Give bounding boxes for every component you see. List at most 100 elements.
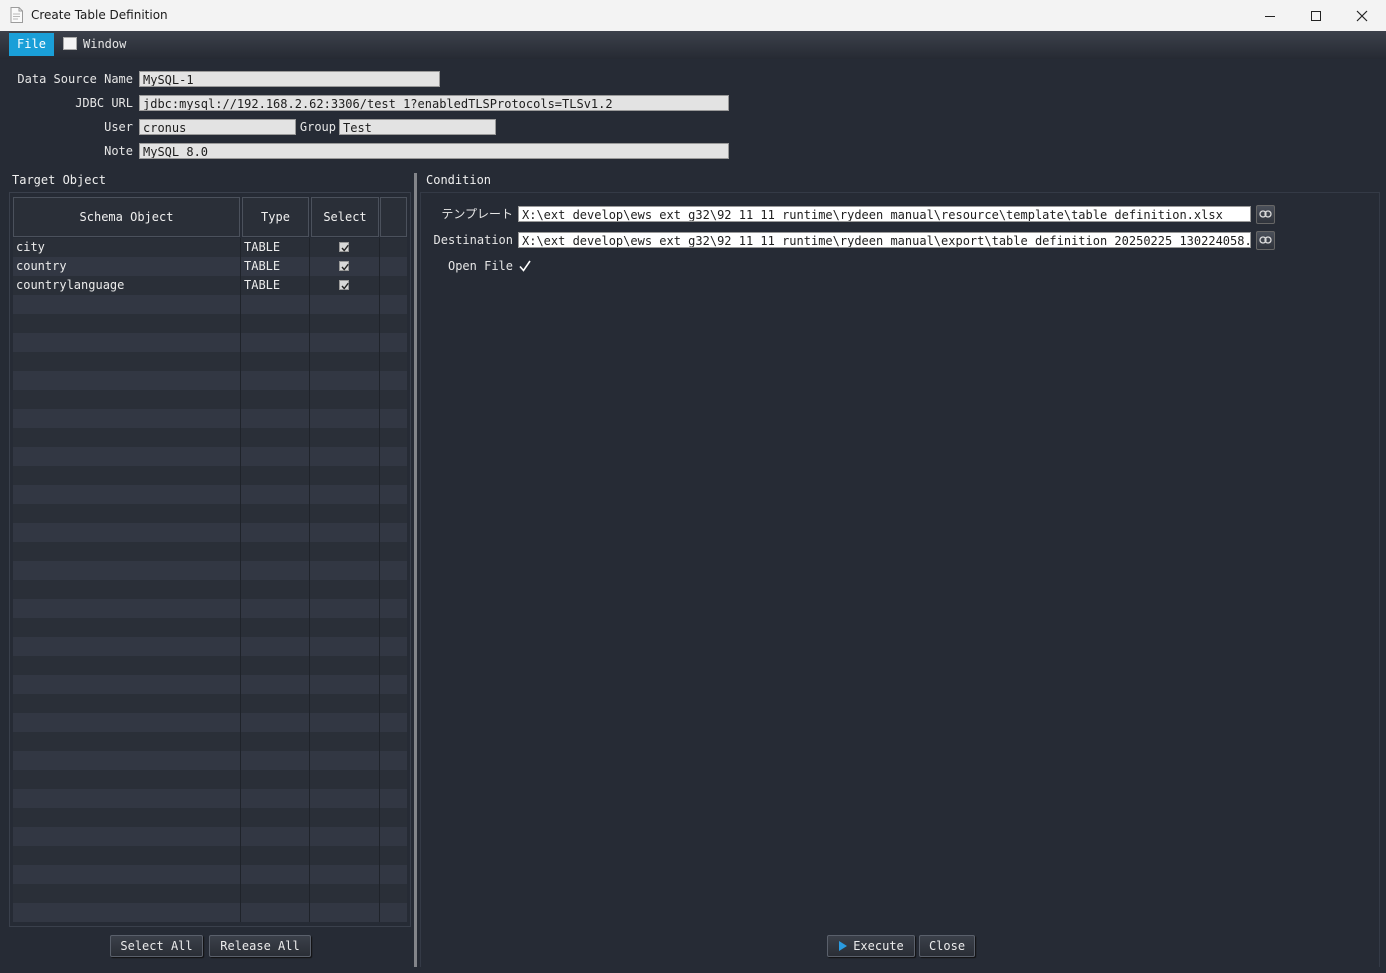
- open-file-checkbox[interactable]: [518, 259, 532, 273]
- type-cell: [241, 732, 310, 751]
- schema-object-cell: city: [13, 238, 241, 257]
- table-row[interactable]: country TABLE: [13, 257, 407, 276]
- type-cell: [241, 428, 310, 447]
- column-header-schema-object[interactable]: Schema Object: [13, 197, 240, 237]
- select-cell: [310, 504, 380, 523]
- window-title: Create Table Definition: [31, 8, 168, 22]
- user-label: User: [104, 120, 133, 134]
- template-browse-button[interactable]: [1256, 205, 1275, 224]
- type-cell: [241, 447, 310, 466]
- maximize-button[interactable]: [1293, 0, 1339, 31]
- schema-object-cell: [13, 808, 241, 827]
- schema-object-cell: [13, 789, 241, 808]
- select-cell: [310, 884, 380, 903]
- template-path-field[interactable]: X:\ext_develop\ews_ext_g32\92_11_11_runt…: [518, 206, 1251, 222]
- select-cell: [310, 333, 380, 352]
- close-window-button[interactable]: [1339, 0, 1385, 31]
- minimize-button[interactable]: [1247, 0, 1293, 31]
- empty-table-row: [13, 599, 407, 618]
- empty-table-row: [13, 447, 407, 466]
- type-cell: [241, 333, 310, 352]
- schema-object-cell: [13, 618, 241, 637]
- type-cell: [241, 523, 310, 542]
- filler-cell: [380, 637, 407, 656]
- column-header-filler: [380, 197, 407, 237]
- jdbc-url-field[interactable]: jdbc:mysql://192.168.2.62:3306/test_1?en…: [139, 95, 729, 111]
- schema-object-cell: [13, 675, 241, 694]
- select-cell: [310, 542, 380, 561]
- empty-table-row: [13, 770, 407, 789]
- filler-cell: [380, 257, 407, 276]
- template-label: テンプレート: [441, 207, 513, 221]
- folder-search-icon: [1259, 236, 1272, 244]
- row-select-checkbox[interactable]: [339, 261, 349, 271]
- empty-table-row: [13, 789, 407, 808]
- schema-object-cell: [13, 884, 241, 903]
- type-cell: [241, 751, 310, 770]
- note-label: Note: [104, 144, 133, 158]
- select-all-button[interactable]: Select All: [110, 935, 203, 957]
- select-cell: [310, 466, 380, 485]
- filler-cell: [380, 314, 407, 333]
- empty-table-row: [13, 694, 407, 713]
- column-header-type[interactable]: Type: [242, 197, 309, 237]
- select-cell: [310, 352, 380, 371]
- schema-object-cell: [13, 523, 241, 542]
- type-cell: [241, 485, 310, 504]
- execute-button[interactable]: Execute: [827, 935, 915, 957]
- filler-cell: [380, 295, 407, 314]
- select-cell: [310, 675, 380, 694]
- select-cell: [310, 561, 380, 580]
- empty-table-row: [13, 637, 407, 656]
- filler-cell: [380, 903, 407, 922]
- filler-cell: [380, 485, 407, 504]
- jdbc-url-label: JDBC URL: [75, 96, 133, 110]
- column-header-select[interactable]: Select: [311, 197, 379, 237]
- menu-file[interactable]: File: [9, 33, 54, 56]
- schema-object-cell: [13, 637, 241, 656]
- filler-cell: [380, 466, 407, 485]
- condition-panel: [420, 192, 1380, 967]
- empty-table-row: [13, 371, 407, 390]
- user-field[interactable]: cronus: [139, 119, 296, 135]
- type-cell: [241, 827, 310, 846]
- table-row[interactable]: city TABLE: [13, 238, 407, 257]
- row-select-checkbox[interactable]: [339, 242, 349, 252]
- group-field[interactable]: Test: [339, 119, 496, 135]
- menu-bar: File Window: [0, 31, 1386, 59]
- open-file-label: Open File: [447, 259, 513, 273]
- type-cell: [241, 314, 310, 333]
- filler-cell: [380, 504, 407, 523]
- schema-object-cell: [13, 846, 241, 865]
- table-row[interactable]: countrylanguage TABLE: [13, 276, 407, 295]
- filler-cell: [380, 599, 407, 618]
- filler-cell: [380, 827, 407, 846]
- data-source-field[interactable]: MySQL-1: [139, 71, 440, 87]
- empty-table-row: [13, 485, 407, 504]
- menu-window[interactable]: Window: [63, 33, 126, 56]
- select-cell: [310, 827, 380, 846]
- panel-splitter[interactable]: [414, 173, 417, 967]
- select-cell: [310, 865, 380, 884]
- schema-object-cell: [13, 542, 241, 561]
- filler-cell: [380, 789, 407, 808]
- schema-object-cell: [13, 466, 241, 485]
- type-cell: TABLE: [241, 238, 310, 257]
- select-cell: [310, 485, 380, 504]
- window-icon: [63, 37, 77, 50]
- empty-table-row: [13, 827, 407, 846]
- schema-object-cell: [13, 732, 241, 751]
- release-all-button[interactable]: Release All: [209, 935, 311, 957]
- execute-label: Execute: [853, 939, 904, 953]
- destination-browse-button[interactable]: [1256, 231, 1275, 250]
- destination-path-field[interactable]: X:\ext_develop\ews_ext_g32\92_11_11_runt…: [518, 232, 1251, 248]
- row-select-checkbox[interactable]: [339, 280, 349, 290]
- close-button[interactable]: Close: [919, 935, 975, 957]
- type-cell: [241, 504, 310, 523]
- note-field[interactable]: MySQL 8.0: [139, 143, 729, 159]
- empty-table-row: [13, 618, 407, 637]
- select-cell: [310, 447, 380, 466]
- select-cell: [310, 903, 380, 922]
- schema-object-cell: [13, 865, 241, 884]
- select-cell: [310, 390, 380, 409]
